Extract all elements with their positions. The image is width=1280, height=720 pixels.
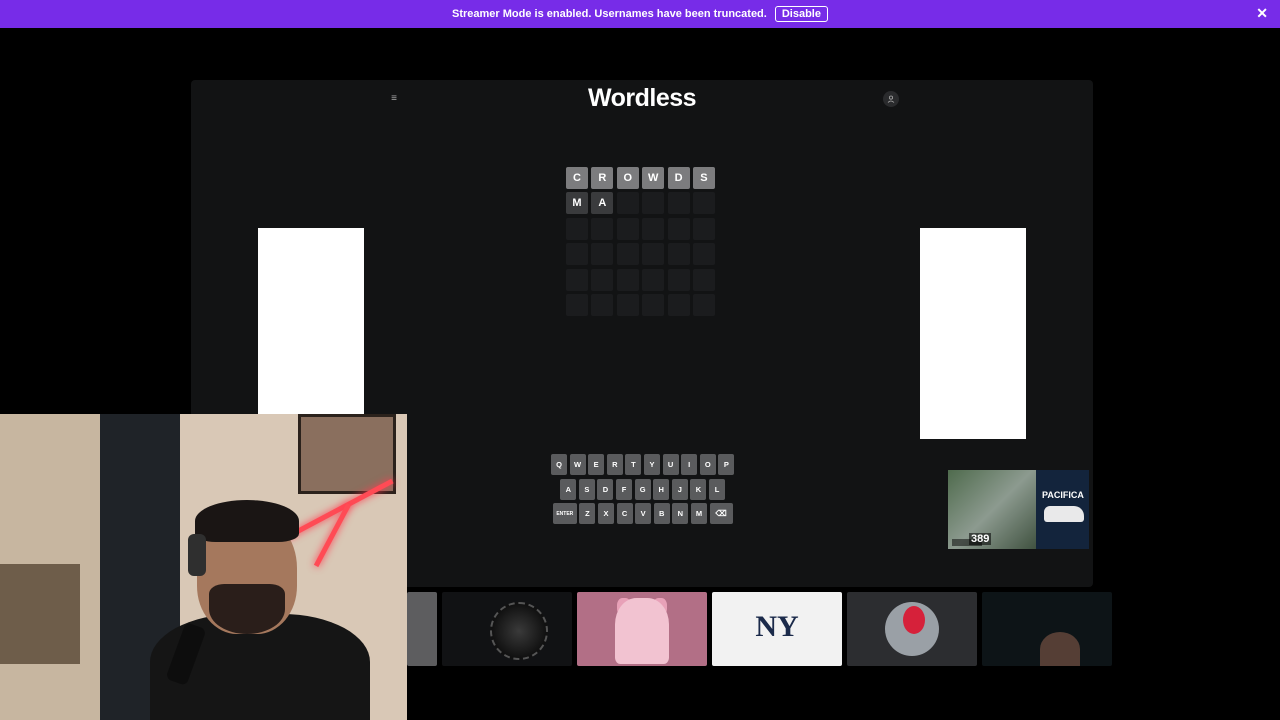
key-n[interactable]: N [672,503,689,524]
board-tile [566,293,588,316]
webcam-overlay [0,414,407,720]
key-h[interactable]: H [653,478,670,500]
board-tile [667,217,690,240]
board-tile: C [566,167,588,189]
key-l[interactable]: L [709,478,726,500]
disable-button[interactable]: Disable [774,6,828,22]
board-tile [667,243,690,266]
board-tile [642,217,665,240]
board-tile [591,268,614,291]
banner-message: Streamer Mode is enabled. Usernames have… [452,8,767,20]
board-tile: A [591,192,614,215]
board-tile: R [591,167,614,189]
board-tile [642,192,665,215]
thumbnail[interactable] [442,592,572,666]
thumbnail[interactable] [407,592,437,666]
key-r[interactable]: R [606,454,623,475]
game-board: CROWDS MA [566,167,715,316]
board-tile [642,268,665,291]
board-tile [692,243,715,266]
yankees-logo: NY [755,610,799,643]
board-tile [667,268,690,291]
board-tile [692,293,715,316]
board-tile [616,192,639,215]
board-tile [642,243,665,266]
key-z[interactable]: Z [579,503,596,524]
keyboard-row-1: QWERTYUIOP [551,454,735,475]
key-x[interactable]: X [597,503,614,524]
streamer-hair [195,500,299,542]
close-icon[interactable]: ✕ [1256,6,1268,20]
key-i[interactable]: I [681,454,698,475]
board-tile [616,293,639,316]
thumbnail-figure [903,606,925,634]
enter-key[interactable]: ENTER [552,503,577,524]
ad-price: 389 [969,533,992,545]
board-tile [667,192,690,215]
board-tile: M [566,192,588,215]
key-e[interactable]: E [588,454,605,475]
right-ad-slot[interactable] [920,228,1026,439]
thumbnail[interactable]: NY [712,592,842,666]
board-tile: O [616,167,639,189]
headphones [188,534,206,576]
key-y[interactable]: Y [643,454,660,475]
key-v[interactable]: V [635,503,652,524]
board-tile [591,243,614,266]
board-tile [591,217,614,240]
left-ad-slot[interactable] [258,228,364,418]
board-tile [642,293,665,316]
key-d[interactable]: D [597,478,614,500]
board-tile [566,243,588,266]
key-q[interactable]: Q [551,454,567,475]
key-f[interactable]: F [616,478,633,500]
thumbnail-avatar [615,598,669,664]
keyboard-row-2: ASDFGHJKL [551,478,734,500]
thumbnail[interactable] [577,592,707,666]
keyboard-row-3: ENTER Z X C V B N M ⌫ [551,503,734,524]
on-screen-keyboard: QWERTYUIOP ASDFGHJKL ENTER Z X C V B N M ⌫ [551,454,735,528]
key-u[interactable]: U [662,454,679,475]
profile-icon[interactable] [883,91,899,107]
board-tile [616,217,639,240]
thumbnail-person [1040,632,1080,666]
board-tile [692,192,715,215]
board-tile [692,217,715,240]
user-icon [887,95,895,103]
board-tile [692,268,715,291]
ad-aerial-image [948,470,1038,549]
key-w[interactable]: W [569,454,586,475]
key-t[interactable]: T [625,454,642,475]
key-m[interactable]: M [690,503,707,524]
board-tile [566,268,588,291]
key-k[interactable]: K [690,478,707,500]
ad-car-image [1044,506,1084,522]
key-g[interactable]: G [634,478,651,500]
webcam-shelf [0,564,80,664]
key-s[interactable]: S [578,478,595,500]
webcam-poster [298,414,396,494]
ad-brand: PACIFICA [1042,490,1084,500]
thumbnail[interactable] [847,592,977,666]
board-tile: S [692,167,715,189]
key-a[interactable]: A [560,478,577,500]
board-tile [616,268,639,291]
backspace-key[interactable]: ⌫ [709,503,733,524]
streamer-mode-banner: Streamer Mode is enabled. Usernames have… [0,0,1280,28]
board-tile [566,217,588,240]
board-tile [591,293,614,316]
streamer-beard [209,584,285,634]
key-b[interactable]: B [653,503,670,524]
board-tile [667,293,690,316]
game-title: Wordless [587,84,697,112]
board-tile: D [667,167,690,189]
thumbnail[interactable] [982,592,1112,666]
key-c[interactable]: C [616,503,633,524]
thumbnail-orb [490,602,548,660]
board-tile: W [642,167,665,189]
key-o[interactable]: O [699,454,716,475]
key-p[interactable]: P [718,454,735,475]
board-tile [616,243,639,266]
key-j[interactable]: J [671,478,688,500]
